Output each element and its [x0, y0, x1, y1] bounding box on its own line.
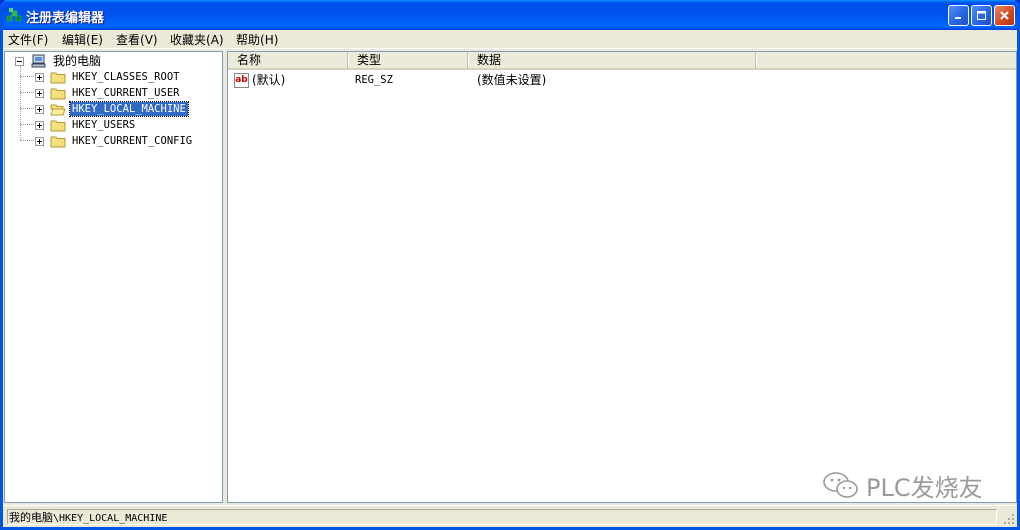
open-folder-icon	[50, 104, 66, 116]
close-button[interactable]	[994, 5, 1015, 26]
tree-item-label: HKEY_USERS	[72, 119, 136, 131]
menu-label: 帮助	[236, 33, 261, 47]
menu-accel: (A)	[206, 33, 224, 47]
regedit-window: 注册表编辑器 文件(F) 编辑(E) 查看(V) 收藏夹(A) 帮助(H) 我的…	[0, 0, 1020, 530]
close-icon	[1000, 11, 1009, 20]
tree-item-hkey-local-machine[interactable]: HKEY_LOCAL_MACHINE	[35, 101, 189, 117]
tree-connector	[20, 140, 34, 141]
status-prefix: 我的电脑	[9, 511, 53, 524]
expand-toggle[interactable]	[35, 104, 44, 114]
tree-item-label: HKEY_CURRENT_USER	[72, 87, 180, 99]
menu-edit[interactable]: 编辑(E)	[62, 32, 103, 48]
column-header-label: 类型	[357, 53, 382, 67]
window-title: 注册表编辑器	[26, 11, 105, 26]
status-path: 我的电脑\HKEY_LOCAL_MACHINE	[7, 509, 997, 525]
tree-connector	[20, 92, 34, 93]
status-bar: 我的电脑\HKEY_LOCAL_MACHINE	[3, 505, 1017, 527]
regedit-app-icon	[6, 8, 22, 22]
menu-favorites[interactable]: 收藏夹(A)	[170, 32, 224, 48]
menu-label: 查看	[116, 33, 141, 47]
tree-connector	[20, 124, 34, 125]
menu-bar: 文件(F) 编辑(E) 查看(V) 收藏夹(A) 帮助(H)	[3, 30, 1017, 49]
tree-item-hkey-current-config[interactable]: HKEY_CURRENT_CONFIG	[35, 133, 194, 149]
string-value-icon: ab	[234, 73, 249, 88]
column-header-label: 名称	[237, 53, 262, 67]
computer-icon	[31, 54, 46, 68]
tree-item-label: HKEY_LOCAL_MACHINE	[69, 101, 189, 117]
expand-toggle[interactable]	[35, 72, 44, 82]
maximize-button[interactable]	[971, 5, 992, 26]
watermark: PLC发烧友	[822, 467, 983, 503]
collapse-toggle[interactable]	[15, 56, 24, 66]
tree-item-hkey-current-user[interactable]: HKEY_CURRENT_USER	[35, 85, 181, 101]
resize-grip-icon[interactable]	[1003, 513, 1015, 525]
column-header-data[interactable]: 数据	[468, 52, 757, 69]
column-header-type[interactable]: 类型	[348, 52, 469, 69]
menu-label: 文件	[8, 33, 33, 47]
expand-toggle[interactable]	[35, 120, 44, 130]
tree-connector	[20, 66, 21, 140]
value-type: REG_SZ	[355, 74, 393, 86]
wechat-icon	[823, 472, 858, 498]
menu-label: 收藏夹	[170, 33, 207, 47]
tree-root-label: 我的电脑	[53, 54, 102, 68]
values-list[interactable]: 名称 类型 数据 ab (默认) REG_SZ (数值未设置) PLC发烧友	[227, 51, 1017, 503]
folder-icon	[50, 136, 66, 148]
tree-item-hkey-users[interactable]: HKEY_USERS	[35, 117, 137, 133]
tree-item-label: HKEY_CLASSES_ROOT	[72, 71, 180, 83]
registry-tree[interactable]: 我的电脑 HKEY_CLASSES_ROOT HKEY_CURRENT_USER…	[4, 51, 223, 503]
folder-icon	[50, 88, 66, 100]
menu-help[interactable]: 帮助(H)	[236, 32, 278, 48]
folder-icon	[50, 72, 66, 84]
maximize-icon	[977, 11, 986, 20]
menu-accel: (E)	[86, 33, 103, 47]
value-row[interactable]: ab (默认) REG_SZ (数值未设置)	[228, 72, 1016, 89]
menu-accel: (F)	[32, 33, 49, 47]
status-key-path: \HKEY_LOCAL_MACHINE	[53, 513, 168, 524]
menu-label: 编辑	[62, 33, 87, 47]
menu-file[interactable]: 文件(F)	[8, 32, 48, 48]
menu-view[interactable]: 查看(V)	[116, 32, 158, 48]
list-header: 名称 类型 数据	[228, 52, 1016, 70]
minimize-icon	[955, 17, 961, 19]
menu-accel: (V)	[140, 33, 158, 47]
value-name: (默认)	[252, 73, 286, 87]
expand-toggle[interactable]	[35, 136, 44, 146]
column-header-name[interactable]: 名称	[228, 52, 349, 69]
menu-accel: (H)	[260, 33, 279, 47]
tree-item-hkey-classes-root[interactable]: HKEY_CLASSES_ROOT	[35, 69, 181, 85]
value-data: (数值未设置)	[477, 73, 547, 87]
column-header-label: 数据	[477, 53, 502, 67]
watermark-text: PLC发烧友	[866, 473, 983, 502]
folder-icon	[50, 120, 66, 132]
tree-root-my-computer[interactable]: 我的电脑	[15, 53, 103, 69]
tree-item-label: HKEY_CURRENT_CONFIG	[72, 135, 193, 147]
title-bar[interactable]: 注册表编辑器	[3, 0, 1017, 30]
minimize-button[interactable]	[948, 5, 969, 26]
expand-toggle[interactable]	[35, 88, 44, 98]
tree-connector	[20, 108, 34, 109]
tree-connector	[20, 76, 34, 77]
